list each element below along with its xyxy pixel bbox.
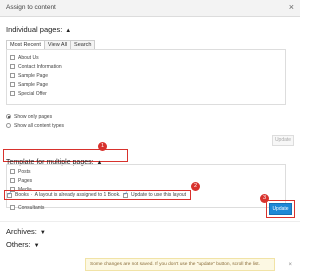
divider (0, 221, 300, 222)
radio-option[interactable]: Show only pages (6, 112, 64, 121)
list-item[interactable]: Posts (10, 167, 285, 176)
caret-up-icon: ▲ (65, 28, 72, 34)
books-highlight-row: Books · A layout is already assigned to … (4, 190, 191, 200)
checkbox[interactable] (10, 55, 15, 60)
list-item-label: Sample Page (18, 81, 49, 88)
individual-pages-label: Individual pages: (6, 25, 63, 34)
template-multiple-heading[interactable]: Template for multiple pages: ▲ (3, 149, 128, 166)
individual-pages-heading[interactable]: Individual pages: ▲ (6, 25, 71, 34)
others-heading[interactable]: Others: ▼ (6, 240, 40, 249)
list-item-label: Contact Information (18, 63, 62, 70)
dialog-title: Assign to content (6, 4, 56, 11)
notice-close-icon[interactable]: × (288, 262, 292, 268)
update-button[interactable]: Update (269, 203, 292, 215)
radio-show-all-types[interactable] (6, 123, 11, 128)
radio-show-only-pages[interactable] (6, 114, 11, 119)
list-item-label: Posts (18, 168, 31, 175)
archives-label: Archives: (6, 227, 37, 236)
others-label: Others: (6, 240, 31, 249)
content-type-radios: Show only pages Show all content types (6, 112, 64, 130)
callout-badge-2: 2 (191, 182, 200, 191)
radio-option[interactable]: Show all content types (6, 121, 64, 130)
update-layout-label: Update to use this layout (131, 192, 187, 198)
close-icon[interactable]: × (289, 2, 294, 12)
individual-pages-list: About Us Contact Information Sample Page… (6, 49, 286, 105)
checkbox[interactable] (10, 91, 15, 96)
update-highlight: Update (266, 200, 295, 218)
books-checkbox[interactable] (7, 191, 12, 198)
archives-heading[interactable]: Archives: ▼ (6, 227, 46, 236)
radio-label: Show all content types (14, 122, 65, 129)
checkbox[interactable] (10, 82, 15, 87)
list-item[interactable]: Contact Information (10, 62, 285, 71)
list-item-label: About Us (18, 54, 39, 61)
unsaved-notice: Some changes are not saved. If you don't… (85, 258, 275, 271)
list-item-label: Pages (18, 177, 33, 184)
caret-down-icon: ▼ (39, 230, 46, 236)
list-item[interactable]: Pages (10, 176, 285, 185)
checkbox[interactable] (10, 64, 15, 69)
list-item[interactable]: Special Offer (10, 89, 285, 98)
checkbox[interactable] (10, 169, 15, 174)
checkbox[interactable] (10, 205, 15, 210)
update-layout-checkbox[interactable] (123, 191, 128, 198)
books-note: A layout is already assigned to 1 Book. (34, 192, 121, 198)
books-label: Books (15, 192, 29, 198)
list-item-label: Sample Page (18, 72, 49, 79)
separator: · (30, 192, 33, 198)
checkbox[interactable] (10, 178, 15, 183)
callout-badge-3: 3 (260, 194, 269, 203)
list-item[interactable]: Sample Page (10, 71, 285, 80)
callout-badge-1: 1 (98, 142, 107, 151)
dialog-titlebar: Assign to content × (0, 0, 300, 17)
list-item-label: Consultants (18, 204, 45, 211)
update-button-disabled[interactable]: Update (272, 135, 294, 146)
checkbox[interactable] (10, 73, 15, 78)
template-list: Posts Pages Media Consultants (6, 164, 286, 211)
list-item[interactable]: About Us (10, 53, 285, 62)
list-item-label: Special Offer (18, 90, 47, 97)
radio-label: Show only pages (14, 113, 53, 120)
list-item[interactable]: Sample Page (10, 80, 285, 89)
caret-down-icon: ▼ (33, 243, 40, 249)
list-item[interactable]: Consultants (10, 203, 285, 212)
